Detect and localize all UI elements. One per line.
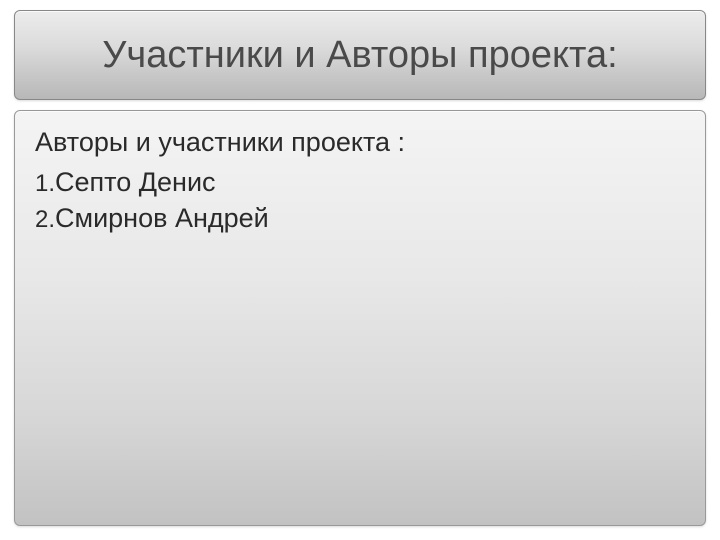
list-number: 1. [35, 170, 55, 197]
body-box: Авторы и участники проекта : 1.Септо Ден… [14, 110, 706, 526]
list-name: Смирнов Андрей [55, 203, 269, 233]
list-name: Септо Денис [55, 167, 216, 197]
list-number: 2. [35, 206, 55, 233]
slide-title: Участники и Авторы проекта: [102, 34, 617, 77]
title-box: Участники и Авторы проекта: [14, 10, 706, 100]
list-item: 1.Септо Денис [35, 164, 685, 200]
list-item: 2.Смирнов Андрей [35, 200, 685, 236]
subtitle: Авторы и участники проекта : [35, 127, 685, 158]
